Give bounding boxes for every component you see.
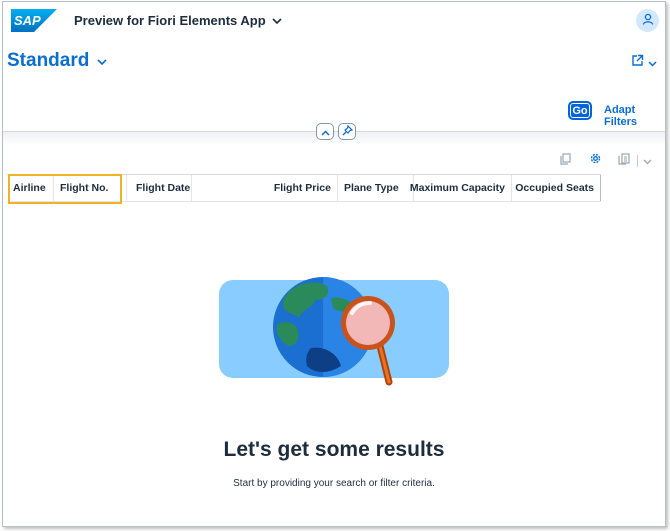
column-header-airline[interactable]: Airline [7,175,54,201]
table-settings-button[interactable] [589,152,602,170]
copy-icon [560,152,571,170]
variant-selector[interactable]: Standard [7,50,107,72]
column-header-flight-date[interactable]: Flight Date [127,175,192,201]
pin-header-button[interactable] [338,123,356,140]
share-button[interactable] [631,54,657,72]
chevron-down-icon [648,54,657,72]
empty-state-title: Let's get some results [223,438,445,461]
chevron-up-icon [320,123,330,141]
settings-icon [589,152,602,170]
share-icon [631,54,644,72]
export-icon [618,152,631,170]
no-search-results-illustration [219,270,451,397]
sap-logo[interactable]: SAP [11,9,57,37]
shell-bar: SAP Preview for Fiori Elements App [3,2,665,40]
chevron-down-icon [97,50,107,72]
app-frame: SAP Preview for Fiori Elements App Stand… [2,1,666,527]
adapt-filters-button[interactable]: Adapt Filters [604,104,665,128]
header-separator-shadow [3,132,665,145]
user-avatar[interactable] [636,9,659,32]
column-header-maximum-capacity[interactable]: Maximum Capacity [410,175,512,201]
toolbar-divider [637,155,638,167]
column-header-occupied-seats[interactable]: Occupied Seats [512,175,601,201]
sap-logo-text: SAP [14,13,41,28]
go-button[interactable]: Go [568,101,592,120]
copy-button[interactable] [560,152,571,170]
app-title-menu[interactable]: Preview for Fiori Elements App [74,13,282,28]
export-button[interactable] [618,152,652,170]
column-header-plane-type[interactable]: Plane Type [338,175,414,201]
table-header: Airline Flight No. Flight Date Flight Pr… [7,174,601,202]
column-header-flight-no[interactable]: Flight No. [54,175,127,201]
chevron-down-icon [643,152,652,170]
person-icon [642,12,654,30]
variant-title: Standard [7,50,90,71]
chevron-down-icon [272,13,282,28]
app-title: Preview for Fiori Elements App [74,13,266,28]
column-header-flight-price[interactable]: Flight Price [192,175,338,201]
collapse-header-button[interactable] [316,123,334,140]
pin-icon [342,123,353,141]
empty-state-subtitle: Start by providing your search or filter… [233,478,435,489]
